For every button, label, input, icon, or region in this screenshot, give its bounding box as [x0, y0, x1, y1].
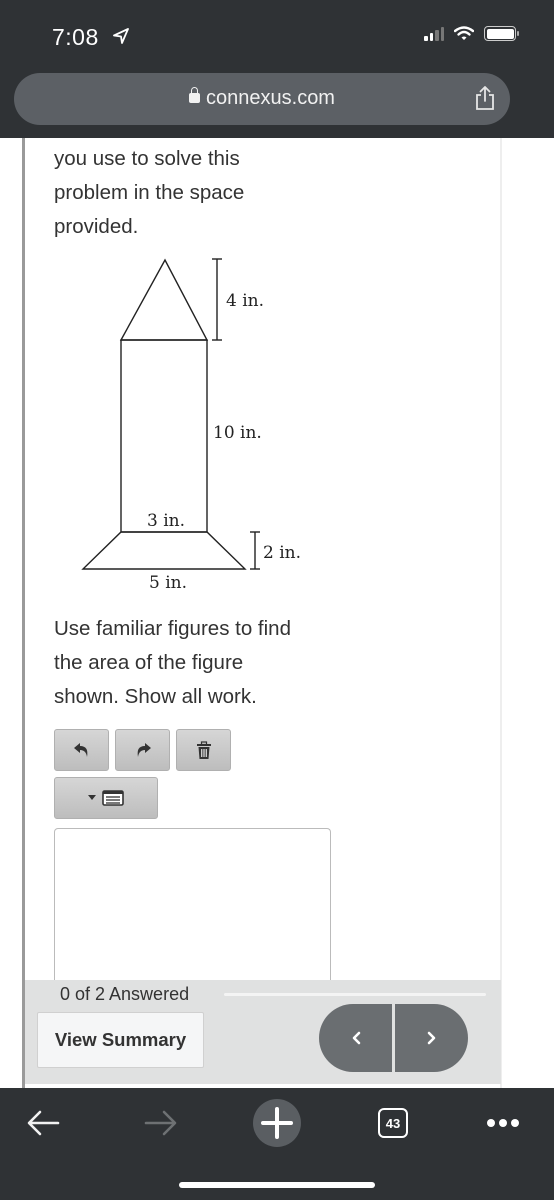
back-arrow-icon	[27, 1110, 60, 1136]
url-domain: connexus.com	[206, 87, 335, 109]
answered-count: 0 of 2 Answered	[60, 984, 190, 1004]
battery-icon	[484, 26, 519, 41]
chevron-right-icon	[427, 1031, 435, 1045]
trash-icon	[196, 740, 211, 759]
more-menu-button[interactable]	[478, 1098, 528, 1148]
label-trapezoid-height: 2 in.	[263, 543, 301, 563]
back-button[interactable]	[18, 1098, 68, 1148]
prompt-line: shown. Show all work.	[54, 685, 257, 708]
label-triangle-height: 4 in.	[226, 291, 264, 311]
prompt-line: Use familiar figures to find	[54, 617, 291, 640]
answered-progress-bar	[224, 993, 486, 996]
format-dropdown-button[interactable]	[54, 777, 158, 819]
prompt-line: problem in the space	[54, 181, 245, 204]
forward-button[interactable]	[136, 1098, 186, 1148]
view-summary-button[interactable]: View Summary	[37, 1012, 204, 1068]
url-bar[interactable]: connexus.com	[14, 73, 510, 125]
dimension-line-2in	[250, 531, 260, 570]
label-trapezoid-base: 5 in.	[149, 573, 187, 593]
status-bar: 7:08	[0, 0, 554, 70]
undo-button[interactable]	[54, 729, 109, 771]
redo-icon	[137, 743, 151, 757]
tab-count-badge: 43	[378, 1108, 408, 1138]
trapezoid-shape	[81, 531, 247, 570]
delete-button[interactable]	[176, 729, 231, 771]
previous-question-button[interactable]	[319, 1004, 392, 1072]
question-card: you use to solve this problem in the spa…	[22, 138, 502, 1088]
triangle-shape	[119, 258, 209, 341]
prompt-line: the area of the figure	[54, 651, 244, 674]
question-prompt-top: you use to solve this problem in the spa…	[54, 142, 244, 244]
status-icons	[424, 26, 519, 41]
status-time: 7:08	[52, 24, 99, 50]
answer-textarea[interactable]	[54, 828, 331, 988]
wifi-icon	[454, 26, 474, 40]
forward-arrow-icon	[144, 1110, 177, 1136]
question-prompt-bottom: Use familiar figures to find the area of…	[54, 612, 291, 714]
home-indicator[interactable]	[179, 1182, 375, 1188]
cellular-signal-icon	[424, 26, 444, 41]
redo-button[interactable]	[115, 729, 170, 771]
label-rectangle-height: 10 in.	[213, 423, 262, 443]
new-tab-button[interactable]	[252, 1098, 302, 1148]
plus-icon	[253, 1099, 301, 1147]
label-rectangle-width: 3 in.	[147, 511, 185, 531]
tabs-button[interactable]: 43	[368, 1098, 418, 1148]
chevron-left-icon	[352, 1031, 360, 1045]
rectangle-shape	[120, 339, 208, 533]
location-arrow-icon	[113, 28, 129, 44]
undo-icon	[73, 743, 87, 757]
more-dots-icon	[487, 1119, 519, 1127]
assessment-footer: 0 of 2 Answered View Summary	[25, 980, 501, 1084]
composite-figure-diagram: 4 in. 10 in. 3 in. 2 in. 5 in.	[81, 258, 301, 593]
share-icon[interactable]	[474, 85, 496, 111]
lock-icon	[189, 87, 201, 103]
prompt-line: you use to solve this	[54, 147, 240, 170]
prompt-line: provided.	[54, 215, 139, 238]
next-question-button[interactable]	[395, 1004, 468, 1072]
dimension-line-4in	[212, 258, 222, 341]
url-display[interactable]: connexus.com	[14, 87, 510, 110]
web-page: you use to solve this problem in the spa…	[0, 138, 554, 1088]
list-format-icon	[88, 790, 124, 806]
browser-toolbar: 43	[0, 1088, 554, 1200]
